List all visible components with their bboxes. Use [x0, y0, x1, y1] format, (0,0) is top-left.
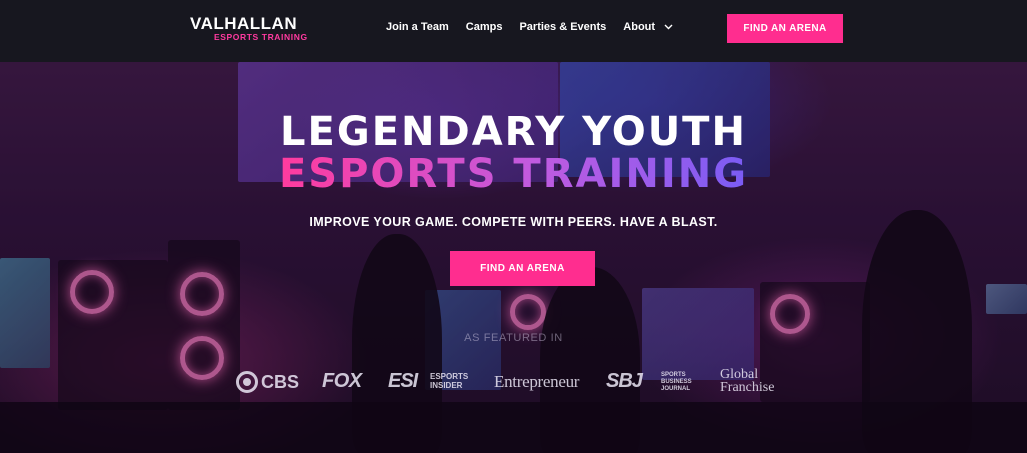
logo-wordmark: VALHALLAN [190, 14, 298, 33]
global-franchise-logo: Global Franchise [720, 368, 775, 395]
nav-about[interactable]: About [623, 21, 673, 33]
sbj-logo-subtext: SPORTS BUSINESS JOURNAL [661, 372, 692, 393]
sbj-logo: SBJ [606, 370, 643, 392]
press-logos: CBS FOX ESI ESPORTS INSIDER Entrepreneur … [0, 364, 1027, 404]
hero-section: LEGENDARY YOUTH ESPORTS TRAINING IMPROVE… [0, 62, 1027, 453]
logo-subtitle: ESPORTS TRAINING [214, 32, 308, 42]
cbs-eye-icon [236, 371, 258, 393]
esi-logo-subtext: ESPORTS INSIDER [430, 372, 468, 390]
sbj-sub-line: SPORTS [661, 372, 686, 378]
esi-sub-line: ESPORTS [430, 372, 469, 381]
sbj-sub-line: JOURNAL [661, 386, 691, 392]
cbs-wordmark: CBS [261, 372, 300, 392]
hero-title-line1: LEGENDARY YOUTH [280, 109, 747, 155]
top-nav: VALHALLAN ESPORTS TRAINING Join a Team C… [0, 0, 1027, 62]
nav-about-label: About [623, 21, 656, 33]
hero-title-line2: ESPORTS TRAINING [0, 152, 1027, 196]
valhallan-logo[interactable]: VALHALLAN ESPORTS TRAINING [190, 15, 330, 43]
hero-find-arena-button[interactable]: FIND AN ARENA [450, 251, 595, 286]
nav-links: Join a Team Camps Parties & Events About [386, 21, 673, 33]
sbj-sub-line: BUSINESS [661, 379, 692, 385]
hero-tagline: IMPROVE YOUR GAME. COMPETE WITH PEERS. H… [309, 215, 718, 229]
featured-in-label: AS FEATURED IN [464, 332, 563, 344]
hero-title-gradient-text: ESPORTS TRAINING [278, 151, 749, 197]
esi-sub-line: INSIDER [430, 381, 463, 390]
nav-camps[interactable]: Camps [466, 21, 503, 33]
fox-logo: FOX [322, 370, 362, 392]
gf-line: Franchise [720, 380, 775, 395]
nav-parties-events[interactable]: Parties & Events [519, 21, 606, 33]
entrepreneur-logo: Entrepreneur [494, 372, 580, 391]
chevron-down-icon [664, 24, 673, 30]
cbs-logo: CBS [236, 371, 299, 393]
esi-logo: ESI [388, 370, 418, 392]
nav-join-a-team[interactable]: Join a Team [386, 21, 449, 33]
nav-find-arena-button[interactable]: FIND AN ARENA [727, 14, 843, 43]
